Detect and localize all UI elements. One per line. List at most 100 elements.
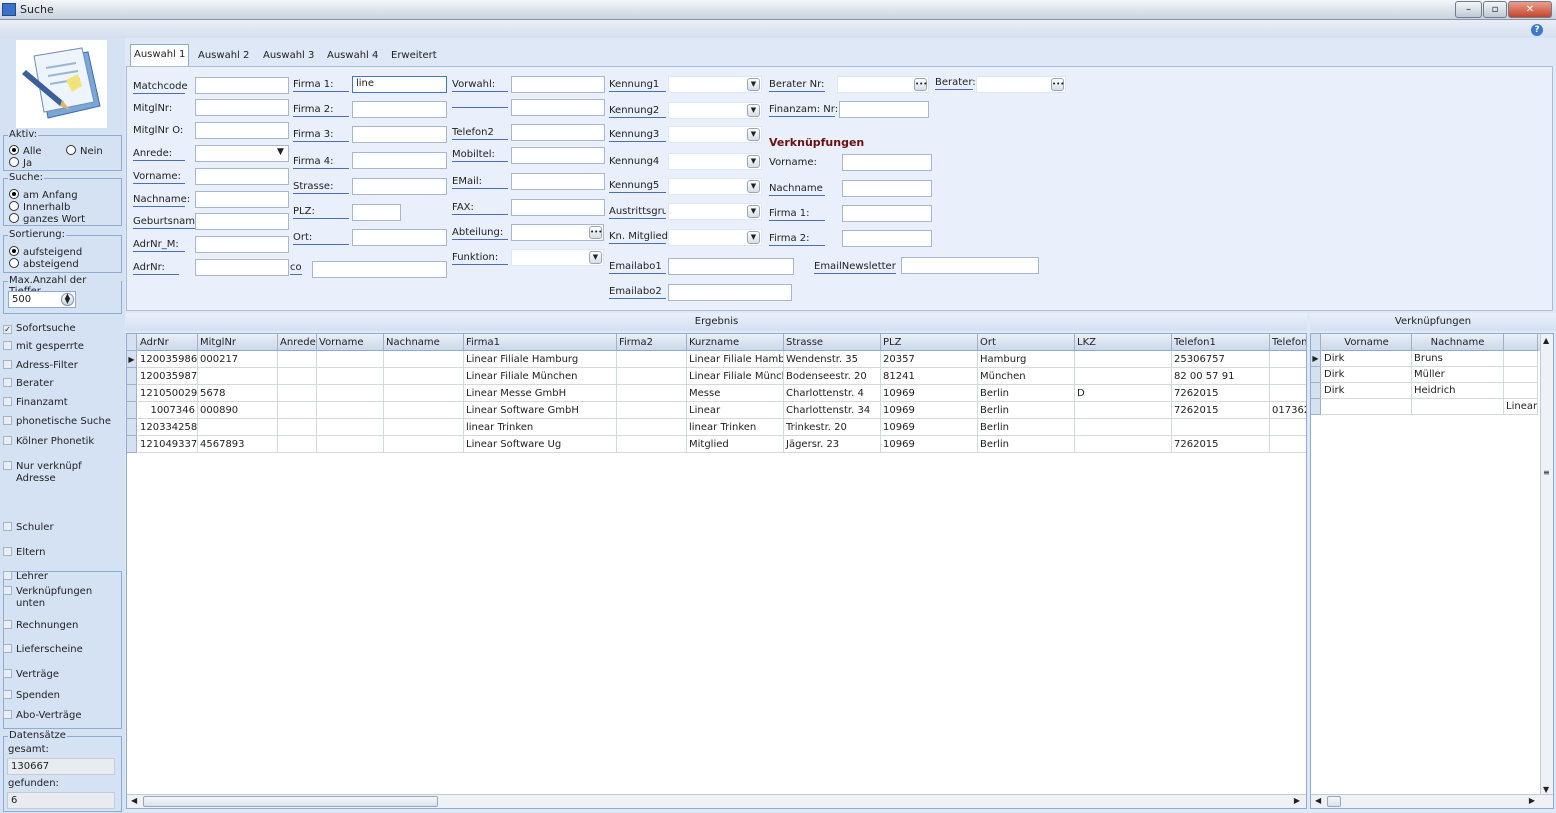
tab-erweitert[interactable]: Erweitert bbox=[388, 46, 440, 66]
tab-auswahl-3[interactable]: Auswahl 3 bbox=[260, 46, 317, 66]
check-koelner-phonetik[interactable]: Kölner Phonetik bbox=[3, 436, 94, 448]
input-finanzamt-nr[interactable] bbox=[839, 101, 929, 118]
table-row[interactable]: ▶ 120035986 000217 Linear Filiale Hamburg Li… bbox=[127, 351, 1306, 368]
scroll-thumb[interactable] bbox=[143, 796, 438, 807]
table-cell[interactable] bbox=[278, 419, 317, 436]
table-cell[interactable]: Bodenseestr. 20 bbox=[784, 368, 881, 385]
check-vertraege[interactable]: Verträge bbox=[3, 669, 59, 681]
table-cell[interactable]: 7262015 bbox=[1172, 385, 1270, 402]
input-nachname[interactable] bbox=[195, 191, 289, 208]
scroll-down-icon[interactable]: ▼ bbox=[1543, 785, 1549, 794]
input-verk-firma2[interactable] bbox=[842, 230, 932, 247]
table-cell[interactable]: 120035986 bbox=[138, 351, 198, 368]
table-cell[interactable] bbox=[1075, 402, 1172, 419]
table-cell[interactable]: 0173629 bbox=[1270, 402, 1306, 419]
table-cell[interactable]: 000217 bbox=[198, 351, 278, 368]
check-adress-filter[interactable]: Adress-Filter bbox=[3, 360, 78, 372]
list-cell[interactable] bbox=[1504, 367, 1538, 383]
table-cell[interactable] bbox=[1270, 385, 1306, 402]
table-cell[interactable] bbox=[1270, 436, 1306, 453]
row-selector[interactable] bbox=[1311, 367, 1321, 383]
table-cell[interactable]: 20357 bbox=[881, 351, 978, 368]
close-button[interactable]: ✕ bbox=[1508, 1, 1552, 18]
table-cell[interactable]: 10969 bbox=[881, 419, 978, 436]
input-vorwahl[interactable] bbox=[511, 76, 605, 93]
column-header[interactable]: AdrNr bbox=[138, 334, 198, 351]
table-cell[interactable]: Berlin bbox=[978, 419, 1075, 436]
table-cell[interactable]: Linear Software Ug bbox=[464, 436, 617, 453]
input-co[interactable] bbox=[312, 261, 447, 278]
check-finanzamt[interactable]: Finanzamt bbox=[3, 397, 68, 409]
input-firma1[interactable]: line bbox=[352, 76, 447, 93]
table-cell[interactable] bbox=[278, 368, 317, 385]
dropdown-arrow-icon[interactable]: ▼ bbox=[274, 147, 287, 160]
dropdown-arrow-icon[interactable]: ▼ bbox=[589, 251, 602, 264]
scroll-up-icon[interactable]: ▲ bbox=[1543, 336, 1549, 345]
table-cell[interactable]: Linear bbox=[687, 402, 784, 419]
list-cell[interactable]: Dirk bbox=[1322, 383, 1412, 399]
check-spenden[interactable]: Spenden bbox=[3, 690, 60, 702]
table-cell[interactable] bbox=[317, 419, 384, 436]
scroll-grip-icon[interactable]: ≡ bbox=[1543, 468, 1550, 477]
table-cell[interactable] bbox=[384, 402, 464, 419]
table-cell[interactable] bbox=[384, 419, 464, 436]
input-verk-firma1[interactable] bbox=[842, 205, 932, 222]
table-cell[interactable] bbox=[317, 351, 384, 368]
table-cell[interactable]: 121050029 bbox=[138, 385, 198, 402]
row-selector[interactable]: ▶ bbox=[127, 351, 137, 368]
check-schuler[interactable]: Schuler bbox=[3, 522, 54, 534]
row-selector[interactable] bbox=[1311, 399, 1321, 415]
dropdown-arrow-icon[interactable]: ▼ bbox=[747, 78, 760, 91]
table-cell[interactable] bbox=[384, 368, 464, 385]
input-berater-nr[interactable]: ••• bbox=[837, 76, 929, 93]
table-cell[interactable]: Linear Filiale München bbox=[464, 368, 617, 385]
table-cell[interactable] bbox=[278, 402, 317, 419]
table-cell[interactable] bbox=[617, 402, 687, 419]
dropdown-arrow-icon[interactable]: ▼ bbox=[747, 180, 760, 193]
check-rechnungen[interactable]: Rechnungen bbox=[3, 620, 78, 632]
row-selector[interactable] bbox=[1311, 383, 1321, 399]
table-cell[interactable] bbox=[198, 419, 278, 436]
table-cell[interactable]: 120035987 bbox=[138, 368, 198, 385]
check-nur-verknuepf-adresse[interactable]: Nur verknüpf Adresse bbox=[3, 461, 95, 485]
table-cell[interactable]: Berlin bbox=[978, 385, 1075, 402]
select-kennung1[interactable]: ▼ bbox=[668, 76, 762, 93]
input-adrnr[interactable] bbox=[195, 259, 289, 276]
radio-am-anfang[interactable]: am Anfang bbox=[9, 189, 78, 201]
scroll-thumb[interactable] bbox=[1327, 796, 1341, 807]
table-cell[interactable]: Charlottenstr. 4 bbox=[784, 385, 881, 402]
table-cell[interactable]: 120334258 bbox=[138, 419, 198, 436]
table-cell[interactable]: Linear Filiale Hambu bbox=[687, 351, 784, 368]
table-cell[interactable]: Linear Filiale Hamburg bbox=[464, 351, 617, 368]
table-row[interactable]: 121050029 5678 Linear Messe GmbH Messe Charl… bbox=[127, 385, 1306, 402]
table-row[interactable]: 1007346 000890 Linear Software GmbH Linear C… bbox=[127, 402, 1306, 419]
table-row[interactable]: 120334258 linear Trinken linear Trinken Tri… bbox=[127, 419, 1306, 436]
input-vorname[interactable] bbox=[195, 168, 289, 185]
table-row[interactable]: 121049337 4567893 Linear Software Ug Mitgli… bbox=[127, 436, 1306, 453]
column-header[interactable]: Firma1 bbox=[464, 334, 617, 351]
input-verk-vorname[interactable] bbox=[842, 154, 932, 171]
radio-alle[interactable]: Alle bbox=[9, 145, 42, 157]
row-selector[interactable]: ▶ bbox=[1311, 351, 1321, 367]
table-cell[interactable] bbox=[617, 351, 687, 368]
table-cell[interactable] bbox=[1172, 419, 1270, 436]
input-fax[interactable] bbox=[511, 199, 605, 216]
table-cell[interactable] bbox=[317, 436, 384, 453]
radio-nein[interactable]: Nein bbox=[66, 145, 103, 157]
input-mitglnr[interactable] bbox=[195, 99, 289, 116]
select-kennung4[interactable]: ▼ bbox=[668, 153, 762, 170]
select-austrittsgrund[interactable]: ▼ bbox=[668, 203, 762, 220]
select-kennung3[interactable]: ▼ bbox=[668, 126, 762, 143]
list-cell[interactable]: Linear bbox=[1504, 399, 1538, 415]
input-emailabo2[interactable] bbox=[668, 284, 792, 301]
table-cell[interactable]: 10969 bbox=[881, 385, 978, 402]
column-header[interactable]: Nachname bbox=[1412, 334, 1504, 351]
column-header[interactable]: Firma2 bbox=[617, 334, 687, 351]
table-cell[interactable]: 81241 bbox=[881, 368, 978, 385]
input-adrnr-m[interactable] bbox=[195, 236, 289, 253]
table-cell[interactable]: 5678 bbox=[198, 385, 278, 402]
table-cell[interactable]: München bbox=[978, 368, 1075, 385]
tab-auswahl-1[interactable]: Auswahl 1 bbox=[130, 44, 190, 66]
table-cell[interactable]: 7262015 bbox=[1172, 402, 1270, 419]
list-cell[interactable]: Dirk bbox=[1322, 367, 1412, 383]
